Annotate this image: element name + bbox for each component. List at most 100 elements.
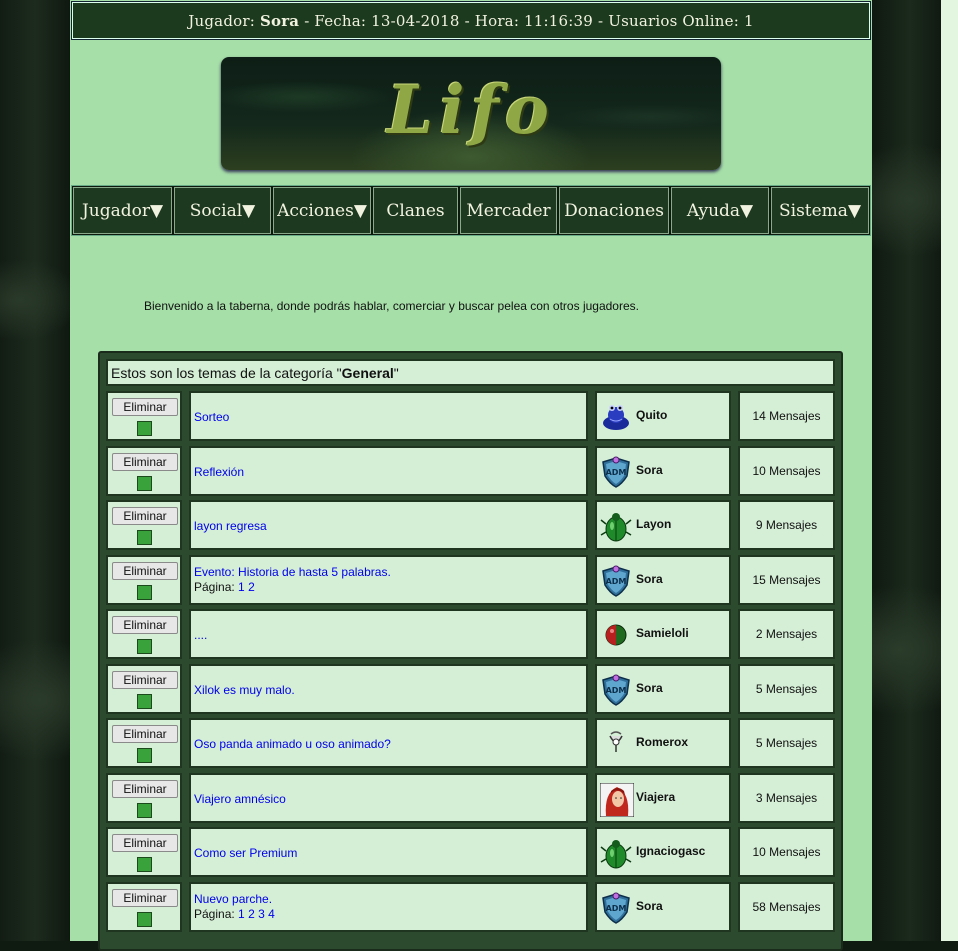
author-name: Sora — [636, 899, 663, 913]
author-cell: ADM Sora — [595, 882, 731, 932]
select-checkbox[interactable] — [137, 639, 152, 654]
author-cell: Quito — [595, 391, 731, 441]
page-link[interactable]: 1 — [238, 580, 245, 594]
delete-button[interactable]: Eliminar — [112, 507, 178, 525]
page-link[interactable]: 3 — [258, 907, 265, 921]
delete-button[interactable]: Eliminar — [112, 725, 178, 743]
nav-social[interactable]: Social▼ — [174, 187, 271, 234]
select-checkbox[interactable] — [137, 748, 152, 763]
page-link[interactable]: 2 — [248, 580, 255, 594]
delete-cell: Eliminar — [106, 718, 182, 768]
game-banner[interactable]: Lifo — [221, 57, 721, 170]
select-checkbox[interactable] — [137, 694, 152, 709]
message-count: 10 Mensajes — [738, 446, 835, 496]
page-link[interactable]: 1 — [238, 907, 245, 921]
message-count: 10 Mensajes — [738, 827, 835, 877]
topic-row: Eliminar .... Samieloli 2 Mensajes — [106, 609, 835, 659]
player-name: Sora — [259, 11, 300, 30]
topic-cell: Reflexión — [189, 446, 588, 496]
select-checkbox[interactable] — [137, 912, 152, 927]
green-beetle-icon — [600, 510, 632, 542]
delete-button[interactable]: Eliminar — [112, 671, 178, 689]
delete-cell: Eliminar — [106, 446, 182, 496]
author-name: Quito — [636, 408, 668, 422]
select-checkbox[interactable] — [137, 530, 152, 545]
topic-title-link[interactable]: .... — [194, 628, 207, 642]
topic-cell: Como ser Premium — [189, 827, 588, 877]
delete-cell: Eliminar — [106, 391, 182, 441]
game-logo: Lifo — [387, 71, 555, 149]
topic-row: Eliminar Como ser Premium Ignaciogasc 10… — [106, 827, 835, 877]
delete-button[interactable]: Eliminar — [112, 453, 178, 471]
welcome-text: Bienvenido a la taberna, donde podrás ha… — [144, 299, 639, 313]
select-checkbox[interactable] — [137, 476, 152, 491]
author-cell: Romerox — [595, 718, 731, 768]
author-cell: ADM Sora — [595, 446, 731, 496]
topic-title-link[interactable]: Sorteo — [194, 410, 229, 424]
delete-cell: Eliminar — [106, 882, 182, 932]
topic-title-link[interactable]: Viajero amnésico — [194, 792, 286, 806]
pages-label: Página: — [194, 907, 235, 921]
key-amulet-icon — [600, 728, 632, 760]
author-cell: Viajera — [595, 773, 731, 823]
delete-cell: Eliminar — [106, 827, 182, 877]
author-name: Romerox — [636, 735, 689, 749]
author-name: Sora — [636, 572, 663, 586]
message-count: 15 Mensajes — [738, 555, 835, 605]
delete-cell: Eliminar — [106, 773, 182, 823]
message-count: 58 Mensajes — [738, 882, 835, 932]
nav-clanes[interactable]: Clanes — [373, 187, 458, 234]
page-edge — [941, 0, 958, 941]
topic-row: Eliminar layon regresa Layon 9 Mensajes — [106, 500, 835, 550]
select-checkbox[interactable] — [137, 803, 152, 818]
nav-jugador[interactable]: Jugador▼ — [73, 187, 172, 234]
topic-title-link[interactable]: Como ser Premium — [194, 846, 297, 860]
nav-sistema[interactable]: Sistema▼ — [771, 187, 869, 234]
svg-text:ADM: ADM — [606, 686, 627, 695]
topic-pages: Página: 1 2 3 4 — [194, 907, 275, 921]
select-checkbox[interactable] — [137, 585, 152, 600]
page-link[interactable]: 2 — [248, 907, 255, 921]
delete-button[interactable]: Eliminar — [112, 398, 178, 416]
adm-shield-icon: ADM — [600, 674, 632, 706]
topic-row: Eliminar Nuevo parche. Página: 1 2 3 4 A… — [106, 882, 835, 932]
delete-button[interactable]: Eliminar — [112, 889, 178, 907]
nav-ayuda[interactable]: Ayuda▼ — [671, 187, 769, 234]
author-name: Layon — [636, 517, 672, 531]
topic-title-link[interactable]: layon regresa — [194, 519, 267, 533]
delete-button[interactable]: Eliminar — [112, 834, 178, 852]
category-header: Estos son los temas de la categoría "Gen… — [106, 359, 835, 386]
delete-cell: Eliminar — [106, 500, 182, 550]
date-time-online: - Fecha: 13-04-2018 - Hora: 11:16:39 - U… — [304, 11, 754, 30]
red-hair-portrait-icon — [599, 782, 635, 818]
message-count: 14 Mensajes — [738, 391, 835, 441]
delete-button[interactable]: Eliminar — [112, 780, 178, 798]
svg-text:ADM: ADM — [606, 577, 627, 586]
message-count: 9 Mensajes — [738, 500, 835, 550]
message-count: 5 Mensajes — [738, 664, 835, 714]
topic-title-link[interactable]: Reflexión — [194, 465, 244, 479]
topic-row: Eliminar Sorteo Quito 14 Mensajes — [106, 391, 835, 441]
category-name: General — [341, 365, 394, 381]
author-cell: Samieloli — [595, 609, 731, 659]
delete-button[interactable]: Eliminar — [112, 562, 178, 580]
page-link[interactable]: 4 — [268, 907, 275, 921]
delete-button[interactable]: Eliminar — [112, 616, 178, 634]
nav-donaciones[interactable]: Donaciones — [559, 187, 669, 234]
select-checkbox[interactable] — [137, 857, 152, 872]
nav-acciones[interactable]: Acciones▼ — [273, 187, 371, 234]
message-count: 5 Mensajes — [738, 718, 835, 768]
topic-title-link[interactable]: Xilok es muy malo. — [194, 683, 295, 697]
delete-cell: Eliminar — [106, 664, 182, 714]
author-name: Ignaciogasc — [636, 844, 706, 858]
topic-cell: Viajero amnésico — [189, 773, 588, 823]
blue-creature-icon — [600, 401, 632, 433]
nav-mercader[interactable]: Mercader — [460, 187, 557, 234]
topic-cell: Nuevo parche. Página: 1 2 3 4 — [189, 882, 588, 932]
topic-title-link[interactable]: Evento: Historia de hasta 5 palabras. — [194, 565, 391, 579]
topic-title-link[interactable]: Oso panda animado u oso animado? — [194, 737, 391, 751]
select-checkbox[interactable] — [137, 421, 152, 436]
topic-cell: Xilok es muy malo. — [189, 664, 588, 714]
topic-title-link[interactable]: Nuevo parche. — [194, 892, 272, 906]
green-beetle-icon — [600, 837, 632, 869]
